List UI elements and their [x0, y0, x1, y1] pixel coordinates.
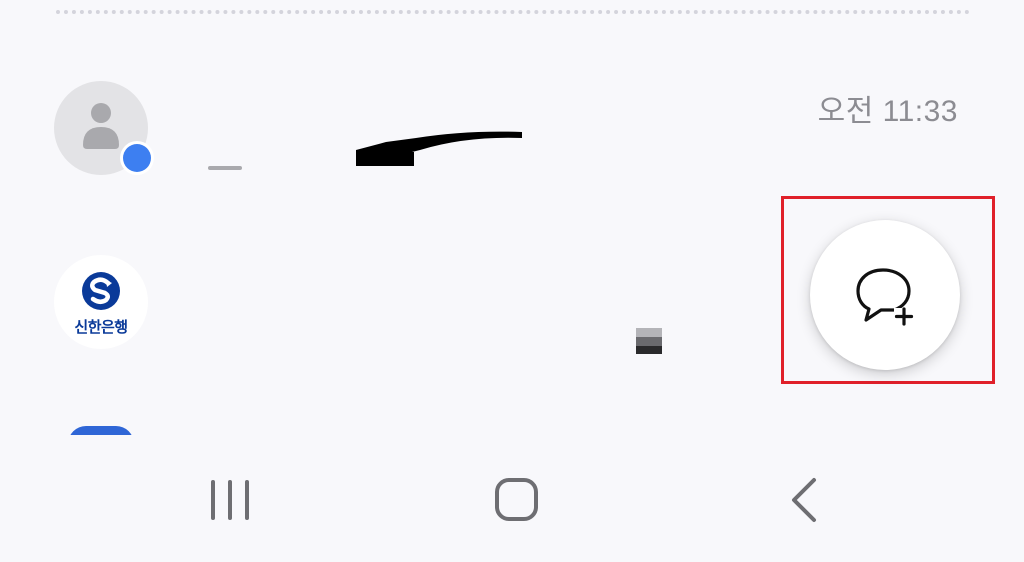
message-timestamp: 오전 11:33 — [817, 95, 958, 128]
conversation-item-1[interactable]: 오전 11:33 — [0, 0, 1024, 220]
redaction-scribble — [356, 131, 522, 166]
recent-apps-button[interactable] — [200, 475, 260, 525]
redaction-blocks — [636, 328, 662, 354]
shinhan-logo-icon — [82, 272, 120, 310]
bank-avatar[interactable]: 신한은행 — [54, 255, 148, 349]
home-button[interactable] — [486, 475, 546, 525]
compose-message-button[interactable] — [810, 220, 960, 370]
contact-name-redacted — [208, 166, 242, 170]
navigation-bar — [0, 435, 1024, 562]
back-icon — [792, 478, 816, 522]
chat-bubble-plus-icon — [856, 268, 914, 326]
back-button[interactable] — [774, 475, 834, 525]
recent-apps-icon — [211, 480, 249, 520]
person-silhouette-icon — [83, 103, 119, 149]
home-icon — [495, 478, 538, 521]
bank-name-label: 신한은행 — [74, 319, 128, 336]
rcs-chat-badge — [120, 141, 154, 175]
